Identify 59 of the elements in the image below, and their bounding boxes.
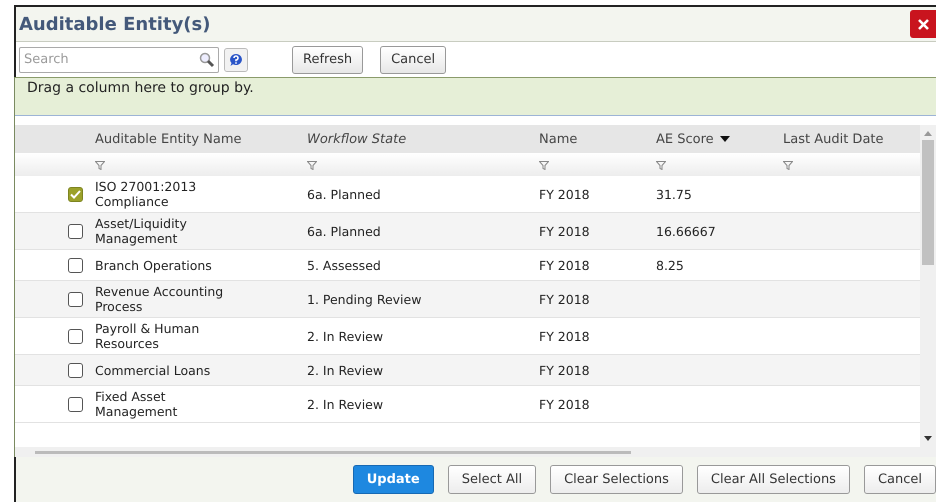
- close-icon: [918, 18, 928, 30]
- row-checkbox[interactable]: [68, 292, 83, 306]
- vertical-scrollbar[interactable]: [922, 140, 934, 265]
- horizontal-scrollbar[interactable]: [35, 450, 631, 454]
- table-cell-text: 5. Assessed: [307, 258, 382, 272]
- table-cell-text: Revenue Accounting Process: [95, 284, 224, 314]
- table-cell-text: 6a. Planned: [307, 186, 382, 202]
- footer-button[interactable]: Update: [352, 465, 434, 494]
- filter-icon[interactable]: [783, 161, 793, 170]
- window-title: Auditable Entity(s): [19, 14, 210, 34]
- table-cell-text: 2. In Review: [307, 362, 384, 378]
- table-cell-text: FY 2018: [539, 396, 591, 412]
- table-cell-text: 2. In Review: [307, 328, 384, 344]
- column-header[interactable]: Workflow State: [307, 132, 406, 146]
- filter-icon[interactable]: [95, 161, 105, 170]
- row-checkbox[interactable]: [68, 224, 83, 238]
- search-icon: [199, 52, 215, 68]
- table-cell-text: FY 2018: [539, 224, 591, 238]
- toolbar-button[interactable]: Refresh: [292, 46, 364, 74]
- filter-icon[interactable]: [656, 161, 666, 170]
- close-button[interactable]: [910, 10, 936, 38]
- toolbar-button[interactable]: Cancel: [380, 46, 446, 74]
- column-header[interactable]: Last Audit Date: [783, 132, 884, 146]
- footer-button[interactable]: Clear Selections: [550, 465, 683, 494]
- footer-button[interactable]: Clear All Selections: [696, 465, 850, 494]
- footer-button[interactable]: Select All: [448, 465, 536, 494]
- help-button[interactable]: [224, 48, 248, 72]
- table-cell-text: Branch Operations: [95, 258, 213, 272]
- search-field[interactable]: Search: [19, 46, 219, 72]
- row-checkbox[interactable]: [68, 186, 83, 202]
- footer-button[interactable]: Cancel: [864, 465, 936, 494]
- column-header[interactable]: AE Score: [656, 132, 714, 146]
- table-cell-text: FY 2018: [539, 292, 591, 306]
- table-cell-text: ISO 27001:2013 Compliance: [95, 179, 198, 209]
- table-cell-text: 8.25: [656, 258, 685, 272]
- table-cell-text: 31.75: [656, 186, 693, 202]
- table-cell-text: Payroll & Human Resources: [95, 321, 200, 351]
- help-icon: [229, 52, 243, 66]
- table-cell-text: Fixed Asset Management: [95, 389, 178, 419]
- table-cell-text: 1. Pending Review: [307, 292, 422, 306]
- table-cell-text: Commercial Loans: [95, 362, 212, 378]
- table-cell-text: FY 2018: [539, 258, 591, 272]
- column-header[interactable]: Name: [539, 132, 578, 146]
- group-by-hint: Drag a column here to group by.: [15, 77, 936, 116]
- table-cell-text: 6a. Planned: [307, 224, 382, 238]
- row-checkbox[interactable]: [68, 258, 83, 272]
- table-cell-text: FY 2018: [539, 186, 591, 202]
- table-cell-text: 2. In Review: [307, 396, 384, 412]
- row-checkbox[interactable]: [68, 328, 83, 344]
- row-checkbox[interactable]: [68, 362, 83, 378]
- column-header[interactable]: Auditable Entity Name: [95, 132, 242, 146]
- scroll-down-icon[interactable]: [924, 436, 932, 441]
- table-cell-text: FY 2018: [539, 362, 591, 378]
- filter-icon[interactable]: [539, 161, 549, 170]
- row-checkbox[interactable]: [68, 396, 83, 412]
- table-cell-text: FY 2018: [539, 328, 591, 344]
- table-cell-text: 16.66667: [656, 224, 717, 238]
- filter-icon[interactable]: [307, 161, 317, 170]
- table-cell-text: Asset/Liquidity Management: [95, 216, 188, 246]
